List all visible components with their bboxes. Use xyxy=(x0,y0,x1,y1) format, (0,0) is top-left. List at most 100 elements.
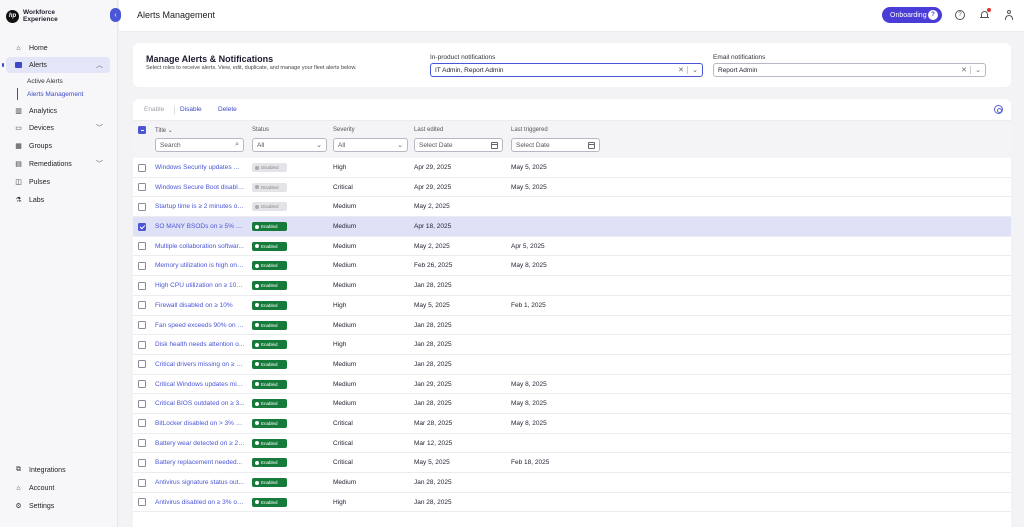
title-search-input[interactable]: Search ⌕ xyxy=(155,138,244,152)
table-row[interactable]: Windows Secure Boot disable... Disabled … xyxy=(133,178,1011,198)
row-checkbox[interactable] xyxy=(138,380,146,389)
inproduct-notifications-select[interactable]: IT Admin, Report Admin ✕ ⌄ xyxy=(430,63,703,77)
table-row[interactable]: High CPU utilization on ≥ 10%... Enabled… xyxy=(133,276,1011,296)
row-checkbox[interactable] xyxy=(138,321,146,329)
column-title-header[interactable]: Title ⌄ xyxy=(155,127,173,134)
alert-title-link[interactable]: SO MANY BSODs on ≥ 5% of d... xyxy=(155,223,245,230)
alert-title-link[interactable]: BitLocker disabled on > 3% of... xyxy=(155,420,245,427)
row-checkbox[interactable] xyxy=(138,222,146,231)
table-settings-gear-icon[interactable] xyxy=(994,105,1003,114)
alert-title-link[interactable]: Fan speed exceeds 90% on ≥ ... xyxy=(155,322,245,329)
table-row[interactable]: Battery replacement needed... Enabled Cr… xyxy=(133,453,1011,473)
table-row[interactable]: BitLocker disabled on > 3% of... Enabled… xyxy=(133,414,1011,434)
alert-title-link[interactable]: Memory utilization is high on ≥... xyxy=(155,262,245,269)
last-edited-date-picker[interactable]: Select Date xyxy=(414,138,503,152)
alert-title-link[interactable]: Antivirus disabled on ≥ 3% of ... xyxy=(155,499,245,506)
chevron-down-icon[interactable]: ⌄ xyxy=(975,66,981,74)
email-notifications-select[interactable]: Report Admin ✕ ⌄ xyxy=(713,63,986,77)
sidebar-item-remediations[interactable]: ▤ Remediations ﹀ xyxy=(6,156,110,172)
row-checkbox[interactable] xyxy=(138,242,146,251)
alert-title-link[interactable]: Antivirus signature status out... xyxy=(155,479,245,486)
alert-title-link[interactable]: Battery wear detected on ≥ 20... xyxy=(155,440,245,447)
row-checkbox[interactable] xyxy=(138,202,146,211)
last-triggered-date-picker[interactable]: Select Date xyxy=(511,138,600,152)
row-checkbox[interactable] xyxy=(138,261,146,270)
table-row[interactable]: Fan speed exceeds 90% on ≥ ... Enabled M… xyxy=(133,316,1011,336)
alert-title-link[interactable]: Multiple collaboration softwar... xyxy=(155,243,245,250)
brand[interactable]: hp Workforce Experience xyxy=(6,9,78,23)
row-checkbox[interactable] xyxy=(138,458,146,467)
row-checkbox[interactable] xyxy=(138,478,146,487)
clear-icon[interactable]: ✕ xyxy=(961,66,967,74)
delete-button[interactable]: Delete xyxy=(218,106,237,113)
help-icon[interactable]: ? xyxy=(955,10,965,20)
sidebar-subitem-alerts-management[interactable]: Alerts Management xyxy=(27,91,83,98)
table-row[interactable]: Startup time is ≥ 2 minutes on ... Disab… xyxy=(133,197,1011,218)
chevron-down-icon[interactable]: ﹀ xyxy=(96,159,103,169)
sidebar-item-settings[interactable]: ⚙ Settings xyxy=(6,498,110,514)
table-row[interactable]: Windows Security updates mi... Disabled … xyxy=(133,158,1011,178)
alert-title-link[interactable]: Critical BIOS outdated on ≥ 3... xyxy=(155,400,245,407)
row-checkbox[interactable] xyxy=(138,281,146,290)
sidebar-subitem-active-alerts[interactable]: Active Alerts xyxy=(27,78,63,85)
table-row[interactable]: Critical drivers missing on ≥ 1... Enabl… xyxy=(133,355,1011,375)
sort-icon[interactable]: ⌄ xyxy=(168,128,173,134)
row-checkbox[interactable] xyxy=(138,439,146,448)
table-row[interactable]: Disk health needs attention o... Enabled… xyxy=(133,335,1011,355)
alert-title-link[interactable]: Windows Secure Boot disable... xyxy=(155,184,245,191)
chevron-down-icon[interactable]: ⌄ xyxy=(692,66,698,74)
table-row[interactable]: Critical Windows updates mis... Enabled … xyxy=(133,375,1011,395)
table-row[interactable]: SO MANY BSODs on ≥ 5% of d... Enabled Me… xyxy=(133,217,1011,237)
table-row[interactable]: Critical BIOS outdated on ≥ 3... Enabled… xyxy=(133,394,1011,414)
onboarding-button[interactable]: Onboarding ? xyxy=(882,7,942,23)
sidebar-item-groups[interactable]: ▦ Groups xyxy=(6,138,110,154)
select-all-checkbox[interactable] xyxy=(138,126,146,134)
row-checkbox[interactable] xyxy=(138,163,146,172)
row-checkbox[interactable] xyxy=(138,498,146,507)
row-checkbox[interactable] xyxy=(138,399,146,408)
alert-title-link[interactable]: High CPU utilization on ≥ 10%... xyxy=(155,282,245,289)
last-triggered-cell: May 8, 2025 xyxy=(511,419,547,427)
page-title: Alerts Management xyxy=(137,10,216,20)
table-row[interactable]: Memory utilization is high on ≥... Enabl… xyxy=(133,256,1011,277)
row-checkbox[interactable] xyxy=(138,183,146,192)
collapse-sidebar-button[interactable]: ‹ xyxy=(110,8,121,22)
sidebar-item-account[interactable]: ⌂ Account xyxy=(6,480,110,496)
status-filter-select[interactable]: All ⌄ xyxy=(252,138,327,152)
chevron-down-icon[interactable]: ﹀ xyxy=(96,123,103,133)
notifications-bell-icon[interactable] xyxy=(980,8,991,20)
row-checkbox[interactable] xyxy=(138,301,146,310)
table-row[interactable]: Firewall disabled on ≥ 10% Enabled High … xyxy=(133,296,1011,316)
chevron-up-icon[interactable]: ︿ xyxy=(96,60,103,70)
table-row[interactable]: Multiple collaboration softwar... Enable… xyxy=(133,237,1011,257)
table-row[interactable]: Antivirus signature status out... Enable… xyxy=(133,473,1011,493)
integrations-icon: ⧉ xyxy=(16,466,21,473)
row-checkbox[interactable] xyxy=(138,360,146,369)
clear-icon[interactable]: ✕ xyxy=(678,66,684,74)
sidebar-item-integrations[interactable]: ⧉ Integrations xyxy=(6,462,110,478)
alert-title-link[interactable]: Windows Security updates mi... xyxy=(155,164,245,171)
sidebar-item-alerts[interactable]: Alerts ︿ xyxy=(2,57,110,73)
separator xyxy=(687,66,688,74)
alert-title-link[interactable]: Critical drivers missing on ≥ 1... xyxy=(155,361,245,368)
severity-filter-select[interactable]: All ⌄ xyxy=(333,138,408,152)
alert-title-link[interactable]: Battery replacement needed... xyxy=(155,459,245,466)
row-checkbox[interactable] xyxy=(138,340,146,349)
sidebar-item-pulses[interactable]: ◫ Pulses xyxy=(6,174,110,190)
groups-icon: ▦ xyxy=(15,143,22,150)
table-row[interactable]: Battery wear detected on ≥ 20... Enabled… xyxy=(133,434,1011,454)
alert-title-link[interactable]: Critical Windows updates mis... xyxy=(155,381,245,388)
user-profile-icon[interactable] xyxy=(1004,10,1014,20)
alert-title-link[interactable]: Firewall disabled on ≥ 10% xyxy=(155,302,245,309)
sidebar-item-analytics[interactable]: ▥ Analytics xyxy=(6,103,110,119)
enable-button[interactable]: Enable xyxy=(144,106,164,113)
alert-title-link[interactable]: Startup time is ≥ 2 minutes on ... xyxy=(155,203,245,210)
sidebar-item-devices[interactable]: ▭ Devices ﹀ xyxy=(6,120,110,136)
sidebar-item-home[interactable]: ⌂ Home xyxy=(6,40,110,56)
last-triggered-cell: May 5, 2025 xyxy=(511,164,547,171)
row-checkbox[interactable] xyxy=(138,419,146,428)
disable-button[interactable]: Disable xyxy=(180,106,202,113)
alert-title-link[interactable]: Disk health needs attention o... xyxy=(155,341,245,348)
sidebar-item-labs[interactable]: ⚗ Labs xyxy=(6,192,110,208)
table-row[interactable]: Antivirus disabled on ≥ 3% of ... Enable… xyxy=(133,493,1011,513)
